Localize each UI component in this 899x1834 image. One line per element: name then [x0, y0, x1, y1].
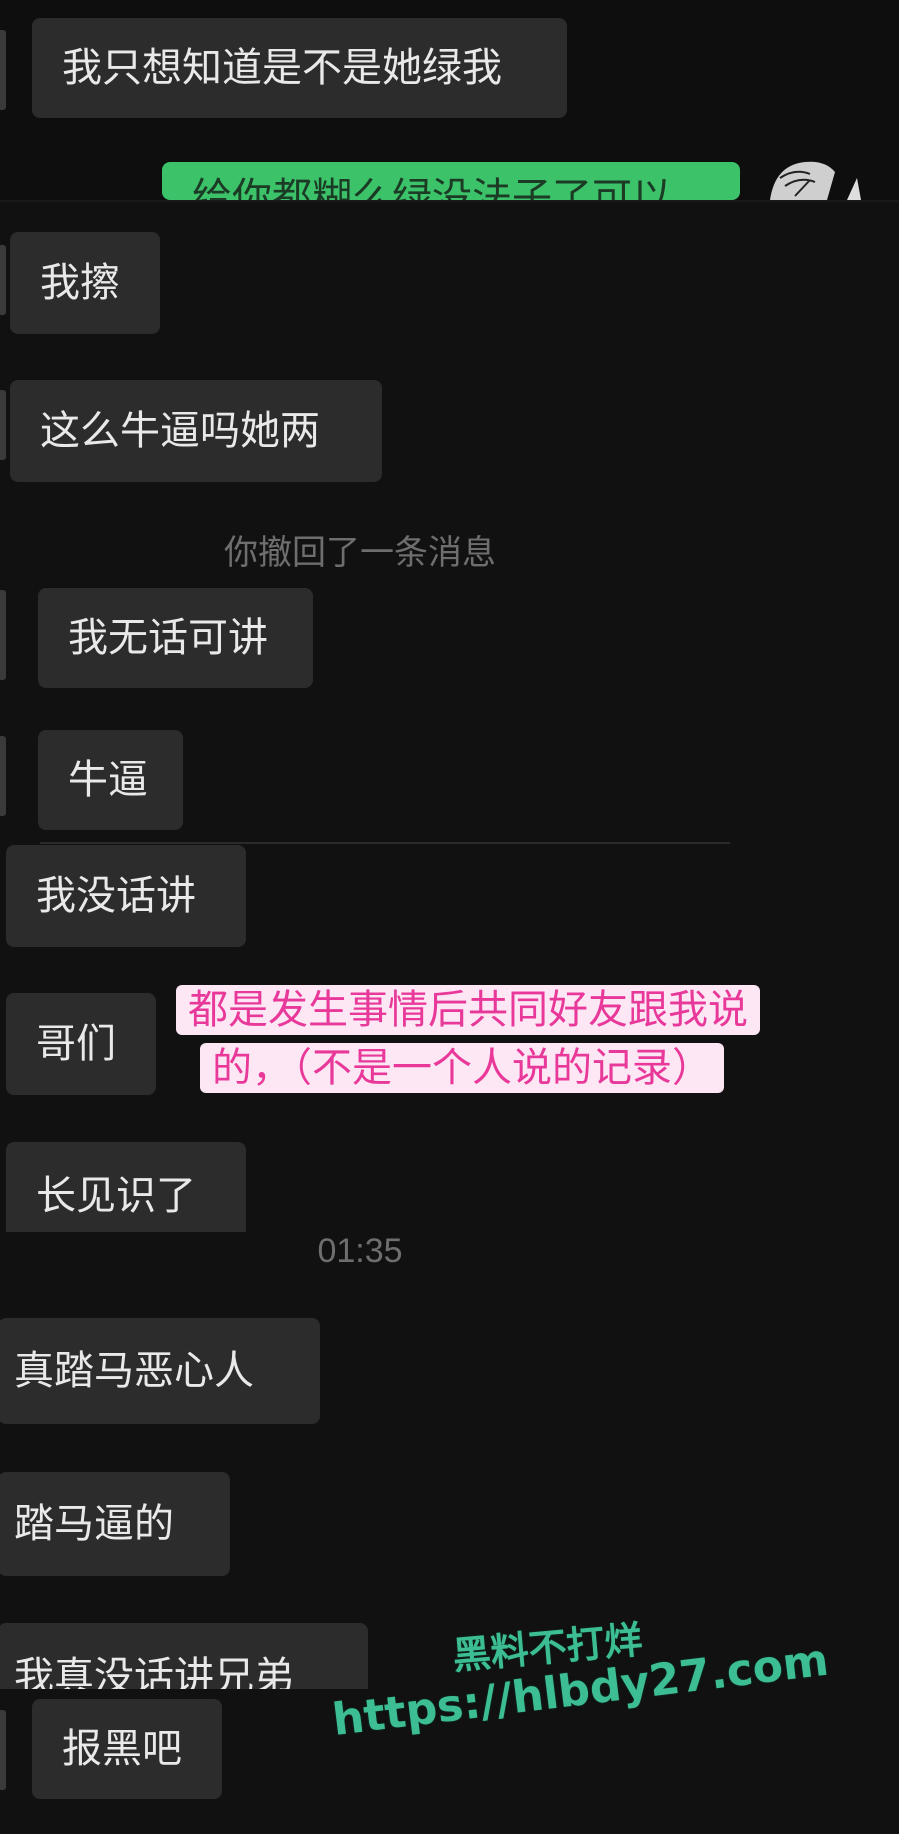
message-text: 报黑吧 — [62, 1726, 182, 1772]
divider — [40, 842, 730, 844]
message-bubble[interactable]: 哥们 — [6, 993, 156, 1095]
timestamp: 01:35 — [317, 1232, 403, 1270]
recall-notice: 你撤回了一条消息 — [224, 533, 496, 573]
sent-message-bubble[interactable]: 给你都糊么绿没法子了可以 — [162, 162, 740, 200]
message-bubble[interactable]: 长见识了 — [6, 1142, 246, 1232]
message-text: 真踏马恶心人 — [14, 1348, 254, 1394]
avatar — [0, 30, 6, 110]
message-bubble[interactable]: 踏马逼的 — [0, 1472, 230, 1576]
annotation-line: 的，（不是一个人说的记录） — [200, 1043, 724, 1093]
avatar — [765, 160, 865, 200]
message-text: 我只想知道是不是她绿我 — [62, 45, 502, 91]
message-text: 哥们 — [36, 1021, 116, 1067]
message-bubble[interactable]: 我只想知道是不是她绿我 — [32, 18, 567, 118]
message-bubble[interactable]: 真踏马恶心人 — [0, 1318, 320, 1424]
avatar — [0, 245, 6, 315]
message-text: 踏马逼的 — [14, 1501, 174, 1547]
message-text: 我真没话讲兄弟 — [14, 1654, 294, 1689]
avatar — [0, 390, 6, 460]
avatar — [0, 590, 6, 680]
message-bubble[interactable]: 我无话可讲 — [38, 588, 313, 688]
message-text: 长见识了 — [36, 1173, 196, 1219]
message-bubble[interactable]: 这么牛逼吗她两 — [10, 380, 382, 482]
strip-divider — [0, 200, 899, 202]
message-text: 牛逼 — [68, 757, 148, 803]
message-bubble[interactable]: 牛逼 — [38, 730, 183, 830]
message-text: 给你都糊么绿没法子了可以 — [192, 175, 672, 200]
avatar — [0, 1710, 6, 1790]
message-text: 这么牛逼吗她两 — [40, 408, 320, 454]
message-bubble[interactable]: 我真没话讲兄弟 — [0, 1623, 368, 1689]
message-bubble[interactable]: 报黑吧 — [32, 1699, 222, 1799]
avatar — [0, 736, 6, 816]
message-text: 我无话可讲 — [68, 615, 268, 661]
message-text: 我擦 — [40, 260, 120, 306]
annotation-line: 都是发生事情后共同好友跟我说 — [176, 985, 760, 1035]
message-bubble[interactable]: 我擦 — [10, 232, 160, 334]
message-text: 我没话讲 — [36, 873, 196, 919]
message-bubble[interactable]: 我没话讲 — [6, 845, 246, 947]
